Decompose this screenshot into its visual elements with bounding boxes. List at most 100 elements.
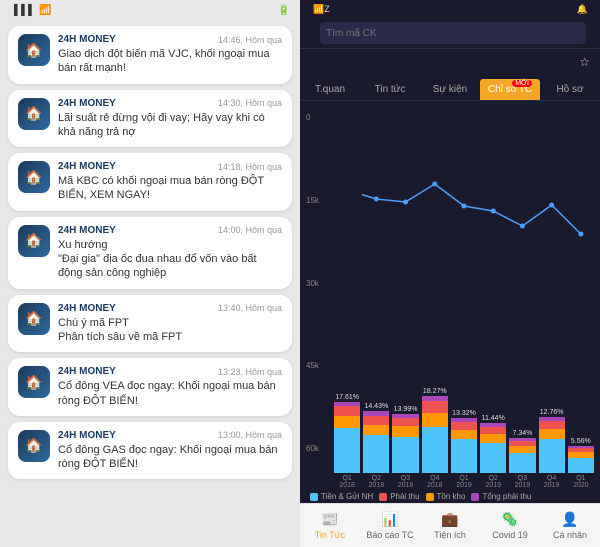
tab-sựkiện[interactable]: Sự kiện <box>420 79 480 100</box>
notif-text: Chú ý mã FPTPhân tích sâu về mã FPT <box>58 316 282 345</box>
tab-t.quan[interactable]: T.quan <box>300 79 360 100</box>
notification-card[interactable]: 24H MONEY 13:40, Hôm qua Chú ý mã FPTPhâ… <box>8 295 292 353</box>
app-header <box>300 18 600 49</box>
bar-percentage: 11.44% <box>482 415 505 422</box>
bar-segment <box>422 413 448 427</box>
x-label: Q3 2019 <box>509 475 535 489</box>
left-status-bar: ▌▌▌ 📶 🔋 <box>0 0 300 20</box>
bar-segment <box>363 416 389 425</box>
notification-card[interactable]: 24H MONEY 14:18, Hôm qua Mã KBC có khối … <box>8 153 292 211</box>
bar-group: 5.56% <box>568 438 594 473</box>
notif-body: 24H MONEY 13:00, Hôm qua Cổ đông GAS đọc… <box>58 430 282 472</box>
nav-item-cánhân[interactable]: 👤Cá nhân <box>540 504 600 547</box>
notification-card[interactable]: 24H MONEY 13:23, Hôm qua Cổ đông VEA đọc… <box>8 358 292 416</box>
chart-area: 60k45k30k15k0 17.61%14.43%13.99%18.27%13… <box>300 101 600 503</box>
bar-segment <box>392 418 418 426</box>
bar-segment <box>392 437 418 473</box>
notif-body: 24H MONEY 13:23, Hôm qua Cổ đông VEA đọc… <box>58 366 282 408</box>
notif-time: 13:23, Hôm qua <box>218 367 282 377</box>
notification-card[interactable]: 24H MONEY 14:00, Hôm qua Xu hướng"Đại gi… <box>8 217 292 289</box>
notif-source: 24H MONEY <box>58 161 116 172</box>
notif-body: 24H MONEY 13:40, Hôm qua Chú ý mã FPTPhâ… <box>58 303 282 345</box>
left-battery: 🔋 <box>275 5 290 16</box>
bar-segment <box>363 425 389 435</box>
bar-segment <box>363 435 389 473</box>
nav-item-covid19[interactable]: 🦠Covid 19 <box>480 504 540 547</box>
notif-source: 24H MONEY <box>58 430 116 441</box>
bar-segment <box>568 458 594 473</box>
notif-time: 14:46, Hôm qua <box>218 35 282 45</box>
bar-percentage: 18.27% <box>423 388 447 395</box>
bar-segment <box>451 422 477 430</box>
carrier-info: ▌▌▌ 📶 <box>10 5 52 16</box>
bar-group: 13.99% <box>392 406 418 473</box>
legend-label: Tồn kho <box>437 492 466 501</box>
tab-hồsơ[interactable]: Hồ sơ <box>540 79 600 100</box>
notif-source: 24H MONEY <box>58 366 116 377</box>
bar-segment <box>509 446 535 453</box>
nav-item-tiệních[interactable]: 💼Tiện ích <box>420 504 480 547</box>
notif-source: 24H MONEY <box>58 98 116 109</box>
wifi-icon: 📶 <box>39 5 51 16</box>
notif-body: 24H MONEY 14:00, Hôm qua Xu hướng"Đại gi… <box>58 225 282 281</box>
bar-segment <box>334 406 360 416</box>
legend-dot <box>379 493 387 501</box>
bars-area: 17.61%14.43%13.99%18.27%13.32%11.44%7.34… <box>334 113 594 473</box>
bar-segment <box>334 416 360 428</box>
nav-icon: 📊 <box>381 511 398 528</box>
x-label: Q2 2018 <box>363 475 389 489</box>
battery-icon: 🔋 <box>278 5 290 16</box>
chart-y-labels: 60k45k30k15k0 <box>306 113 334 453</box>
bar-segment <box>451 430 477 439</box>
bottom-nav: 📰Tin Tức📊Báo cáo TC💼Tiện ích🦠Covid 19👤Cá… <box>300 503 600 547</box>
bar-segment <box>539 421 565 429</box>
nav-item-báocáotc[interactable]: 📊Báo cáo TC <box>360 504 420 547</box>
bar-segment <box>480 434 506 443</box>
y-label: 15k <box>306 196 334 205</box>
tab-chỉsốtc[interactable]: Chỉ số TCMỚI <box>480 79 540 100</box>
bar-group: 17.61% <box>334 394 360 473</box>
notif-source: 24H MONEY <box>58 225 116 236</box>
bar-segment <box>480 427 506 434</box>
notification-card[interactable]: 24H MONEY 13:00, Hôm qua Cổ đông GAS đọc… <box>8 422 292 480</box>
notif-body: 24H MONEY 14:18, Hôm qua Mã KBC có khối … <box>58 161 282 203</box>
legend-item: Tiền & Gửi NH <box>310 492 373 501</box>
left-panel: ▌▌▌ 📶 🔋 24H MONEY 14:46, Hôm qua Giao dị… <box>0 0 300 547</box>
legend-item: Tổng phải thu <box>471 492 531 501</box>
follow-button[interactable]: ☆ <box>576 55 590 69</box>
x-label: Q3 2018 <box>392 475 418 489</box>
bar-group: 11.44% <box>480 415 506 473</box>
chart-legend: Tiền & Gửi NH Phải thu Tồn kho Tổng phải th… <box>306 492 594 501</box>
bar-group: 13.32% <box>451 410 477 473</box>
bar-segment <box>539 439 565 473</box>
legend-item: Phải thu <box>379 492 419 501</box>
status-icons: 📶Z <box>313 4 330 15</box>
notif-text: Mã KBC có khối ngoại mua bán ròng ĐỘT BI… <box>58 174 282 203</box>
notif-icon <box>18 161 50 193</box>
notif-time: 13:00, Hôm qua <box>218 430 282 440</box>
nav-item-tintức[interactable]: 📰Tin Tức <box>300 504 360 547</box>
tab-tintức[interactable]: Tin tức <box>360 79 420 100</box>
legend-dot <box>310 493 318 501</box>
notif-icon <box>18 98 50 130</box>
x-label: Q2 2019 <box>480 475 506 489</box>
notification-card[interactable]: 24H MONEY 14:46, Hôm qua Giao dịch đột b… <box>8 26 292 84</box>
right-panel: 📶Z 🔔 ☆ <box>300 0 600 547</box>
bar-percentage: 7.34% <box>512 430 532 437</box>
bar-segment <box>539 429 565 439</box>
notif-icon <box>18 34 50 66</box>
legend-label: Tổng phải thu <box>482 492 531 501</box>
notif-text: Giao dịch đột biến mã VJC, khối ngoại mu… <box>58 47 282 76</box>
notif-body: 24H MONEY 14:30, Hôm qua Lãi suất rẻ đừn… <box>58 98 282 140</box>
notification-card[interactable]: 24H MONEY 14:30, Hôm qua Lãi suất rẻ đừn… <box>8 90 292 148</box>
right-status-left: 📶Z <box>310 4 330 15</box>
nav-label: Tin Tức <box>315 530 346 540</box>
notif-icon <box>18 366 50 398</box>
notif-time: 14:18, Hôm qua <box>218 162 282 172</box>
nav-label: Covid 19 <box>492 530 528 540</box>
alarm-icon: 🔔 <box>577 4 588 15</box>
right-status-right: 🔔 <box>577 4 590 15</box>
notifications-list: 24H MONEY 14:46, Hôm qua Giao dịch đột b… <box>0 20 300 547</box>
search-input[interactable] <box>320 22 586 44</box>
right-status-bar: 📶Z 🔔 <box>300 0 600 18</box>
